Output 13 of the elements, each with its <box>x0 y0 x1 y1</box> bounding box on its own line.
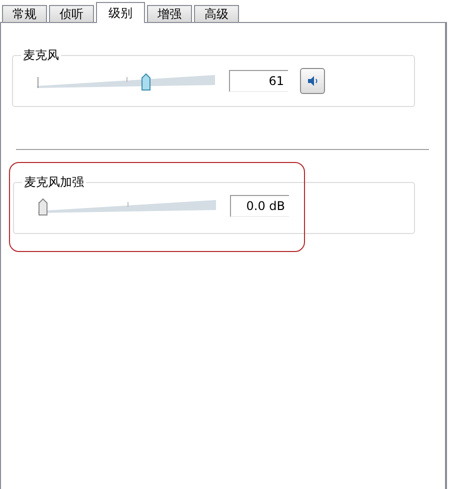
tab[interactable]: 侦听 <box>49 5 94 22</box>
value-field[interactable]: 0.0 dB <box>230 195 289 217</box>
slider-track[interactable] <box>38 196 218 216</box>
tab[interactable]: 增强 <box>147 5 192 22</box>
tab[interactable]: 常规 <box>2 5 47 22</box>
slider-track[interactable] <box>37 71 217 91</box>
speaker-button[interactable] <box>300 68 325 94</box>
slider-thumb[interactable] <box>38 198 48 216</box>
speaker-icon <box>306 75 318 87</box>
tab[interactable]: 高级 <box>194 5 239 22</box>
slider-thumb[interactable] <box>140 73 151 91</box>
value-field[interactable]: 61 <box>229 70 288 92</box>
tab[interactable]: 级别 <box>96 2 145 23</box>
